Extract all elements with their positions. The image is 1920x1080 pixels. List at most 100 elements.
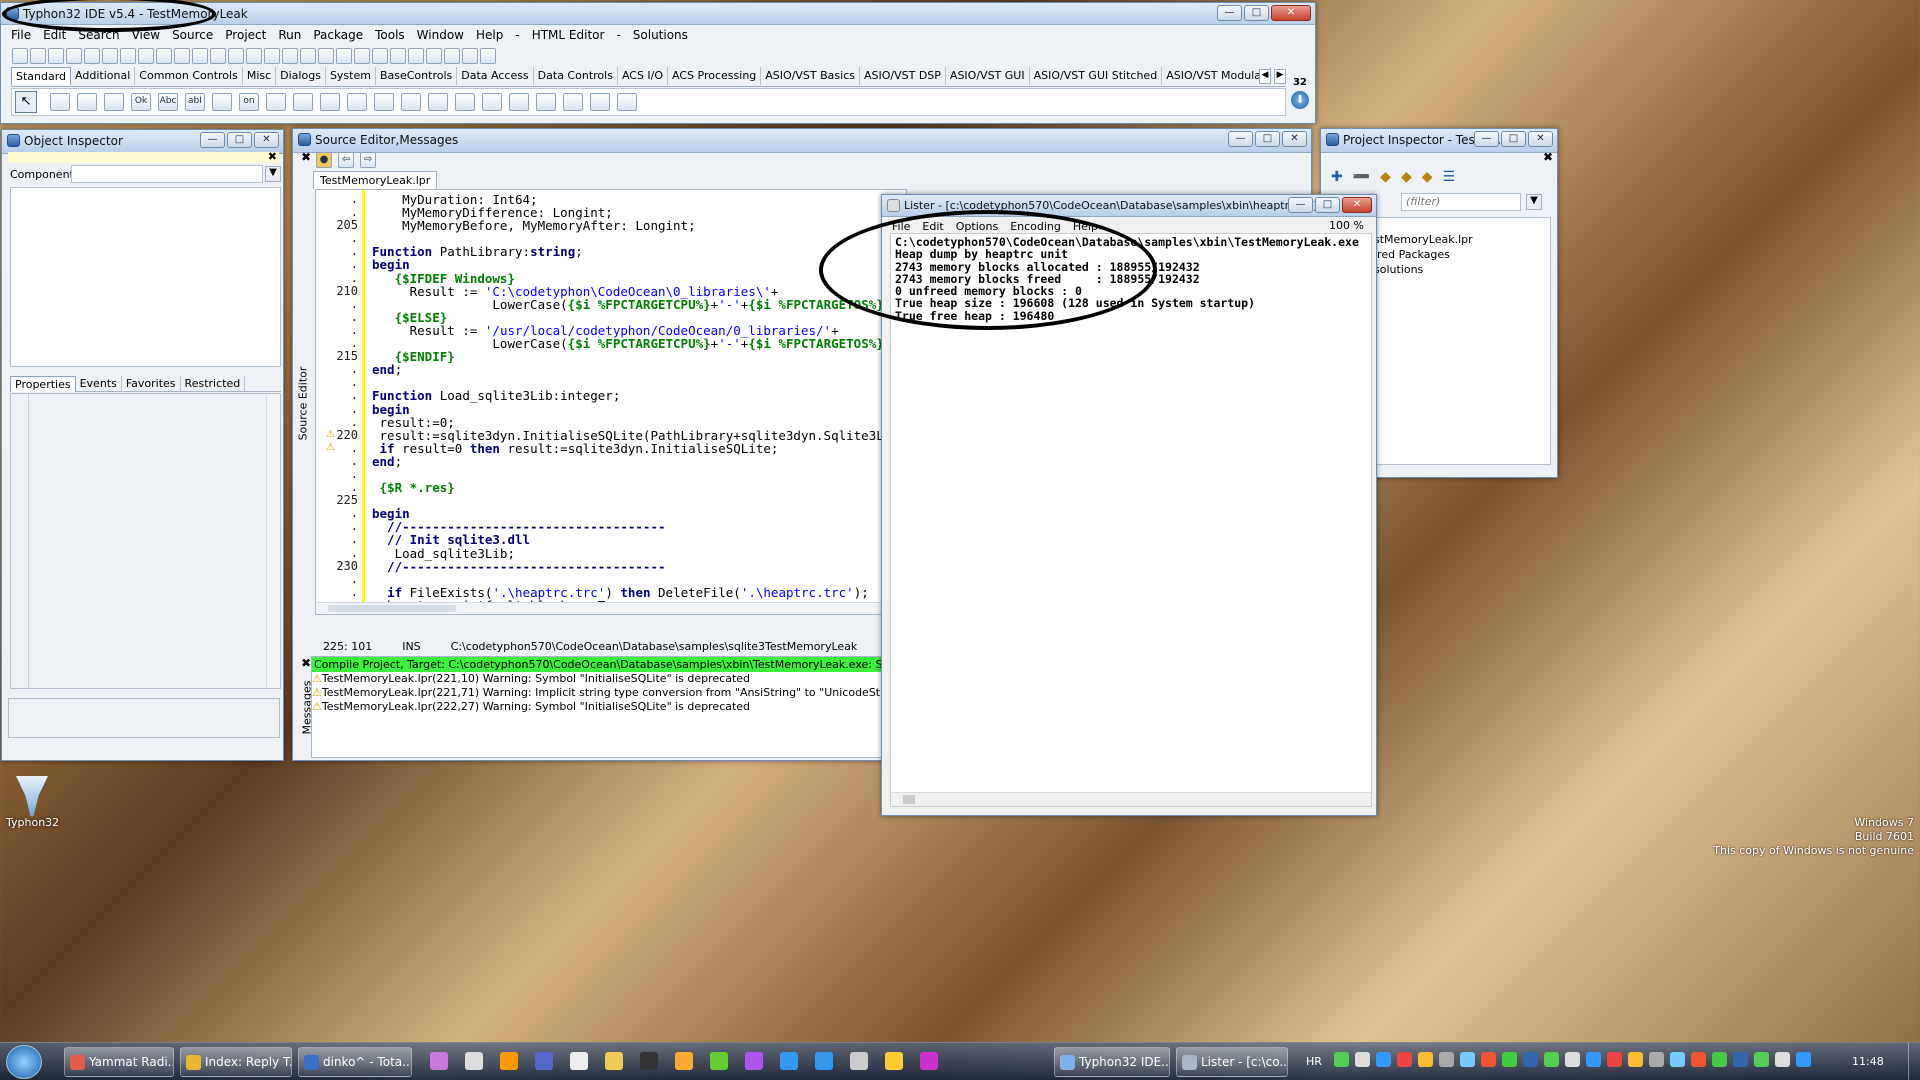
palette-tab[interactable]: ASIO/VST GUI [946,67,1030,85]
tray-icon[interactable] [1376,1052,1391,1067]
compile-icon[interactable] [300,48,316,64]
new-form-icon[interactable] [30,48,46,64]
tray-icon[interactable] [1397,1052,1412,1067]
quick-launch-icon[interactable] [885,1052,903,1070]
step-icon[interactable] [390,48,406,64]
component-icon[interactable] [320,93,340,111]
quick-launch-icon[interactable] [675,1052,693,1070]
menu-item[interactable]: Package [307,28,369,42]
menu-item[interactable]: Window [411,28,470,42]
lister-maximize-button[interactable]: □ [1315,197,1340,213]
lister-close-button[interactable]: ✕ [1342,197,1372,213]
palette-tab[interactable]: Standard [11,67,72,85]
component-icon[interactable] [455,93,475,111]
messages-panel[interactable]: Compile Project, Target: C:\codetyphon57… [311,656,911,758]
properties-grid[interactable] [10,393,281,689]
open-project-icon[interactable] [102,48,118,64]
tray-icon[interactable] [1754,1052,1769,1067]
close-button[interactable]: ✕ [1271,5,1311,21]
palette-tab[interactable]: ASIO/VST GUI Stitched [1030,67,1163,85]
component-icon[interactable] [104,93,124,111]
palette-tab[interactable]: Additional [71,67,136,85]
se-minimize-button[interactable]: — [1228,131,1253,147]
components-tree[interactable] [10,187,281,367]
tray-icon[interactable] [1544,1052,1559,1067]
remove-icon[interactable]: ➖ [1353,169,1370,185]
project-tree-item[interactable]: ired Packages [1374,247,1550,262]
oi-minimize-button[interactable]: — [200,132,225,148]
options-icon[interactable]: ◆ [1380,169,1391,185]
quick-launch-icon[interactable] [535,1052,553,1070]
palette-tab[interactable]: ASIO/VST Basics [761,67,860,85]
components-filter-input[interactable] [71,165,263,183]
tray-icon[interactable] [1628,1052,1643,1067]
tray-icon[interactable] [1775,1052,1790,1067]
pi-close-button[interactable]: ✕ [1528,131,1553,147]
lister-minimize-button[interactable]: — [1288,197,1313,213]
component-icon[interactable]: Abc [158,93,178,111]
step-over-icon[interactable] [480,48,496,64]
component-icon[interactable] [77,93,97,111]
palette-scroll-right[interactable]: ▶ [1274,69,1286,84]
typhon32-desktop-icon[interactable]: Typhon32 [6,776,59,829]
print-icon[interactable] [156,48,172,64]
component-icon[interactable] [374,93,394,111]
quick-launch-icon[interactable] [640,1052,658,1070]
list-icon[interactable]: ☰ [1443,169,1456,185]
menu-item[interactable]: Tools [369,28,411,42]
se-close-x-icon[interactable]: ✖ [301,150,311,164]
build-icon[interactable]: ◆ [1422,169,1433,185]
menu-item[interactable]: Source [166,28,219,42]
oi-close-button[interactable]: ✕ [254,132,279,148]
project-tree-item[interactable]: stMemoryLeak.lpr [1374,232,1550,247]
component-icon[interactable] [590,93,610,111]
project-tree-item[interactable]: solutions [1374,262,1550,277]
tray-icon[interactable] [1418,1052,1433,1067]
component-icon[interactable] [212,93,232,111]
oi-tab[interactable]: Properties [10,376,76,392]
pause-icon[interactable] [426,48,442,64]
find-icon[interactable] [228,48,244,64]
close-icon[interactable] [138,48,154,64]
open-icon[interactable] [48,48,64,64]
menu-item[interactable]: Help [470,28,509,42]
tray-icon[interactable] [1712,1052,1727,1067]
palette-tab[interactable]: Dialogs [276,67,326,85]
code-editor[interactable]: . . 205 . . . . 210 . . . . 215 . . . . … [315,189,907,615]
palette-tab[interactable]: ACS I/O [618,67,669,85]
oi-tab[interactable]: Restricted [181,376,246,392]
component-icon[interactable] [509,93,529,111]
taskbar-button-totalcmd[interactable]: dinko^ - Tota... [298,1047,412,1077]
forward-icon[interactable]: ⇨ [360,152,376,168]
tray-icon[interactable] [1523,1052,1538,1067]
palette-tab[interactable]: Data Controls [534,67,618,85]
clock[interactable]: 11:48 [1852,1055,1884,1068]
selection-pointer-icon[interactable]: ↖ [15,91,37,113]
quick-launch-icon[interactable] [605,1052,623,1070]
tray-icon[interactable] [1607,1052,1622,1067]
save-icon[interactable] [66,48,82,64]
se-maximize-button[interactable]: □ [1255,131,1280,147]
component-icon[interactable] [428,93,448,111]
component-icon[interactable] [293,93,313,111]
oi-close-x-icon[interactable]: ✖ [268,150,277,163]
quick-launch-icon[interactable] [745,1052,763,1070]
tray-icon[interactable] [1649,1052,1664,1067]
quick-launch-icon[interactable] [780,1052,798,1070]
minimize-button[interactable]: — [1217,5,1242,21]
start-button[interactable] [6,1045,42,1079]
quick-launch-icon[interactable] [570,1052,588,1070]
replace-icon[interactable] [246,48,262,64]
oi-maximize-button[interactable]: □ [227,132,252,148]
tray-icon[interactable] [1733,1052,1748,1067]
save-all-icon[interactable] [84,48,100,64]
tray-icon[interactable] [1502,1052,1517,1067]
component-icon[interactable] [266,93,286,111]
component-icon[interactable]: Ok [131,93,151,111]
back-icon[interactable]: ⇦ [338,152,354,168]
menu-item[interactable]: HTML Editor [526,28,611,42]
oi-tab[interactable]: Favorites [122,376,181,392]
taskbar-button-lister[interactable]: Lister - [c:\co... [1176,1047,1288,1077]
stop-icon[interactable] [444,48,460,64]
warning-message[interactable]: ⚠TestMemoryLeak.lpr(221,10) Warning: Sym… [312,672,910,686]
